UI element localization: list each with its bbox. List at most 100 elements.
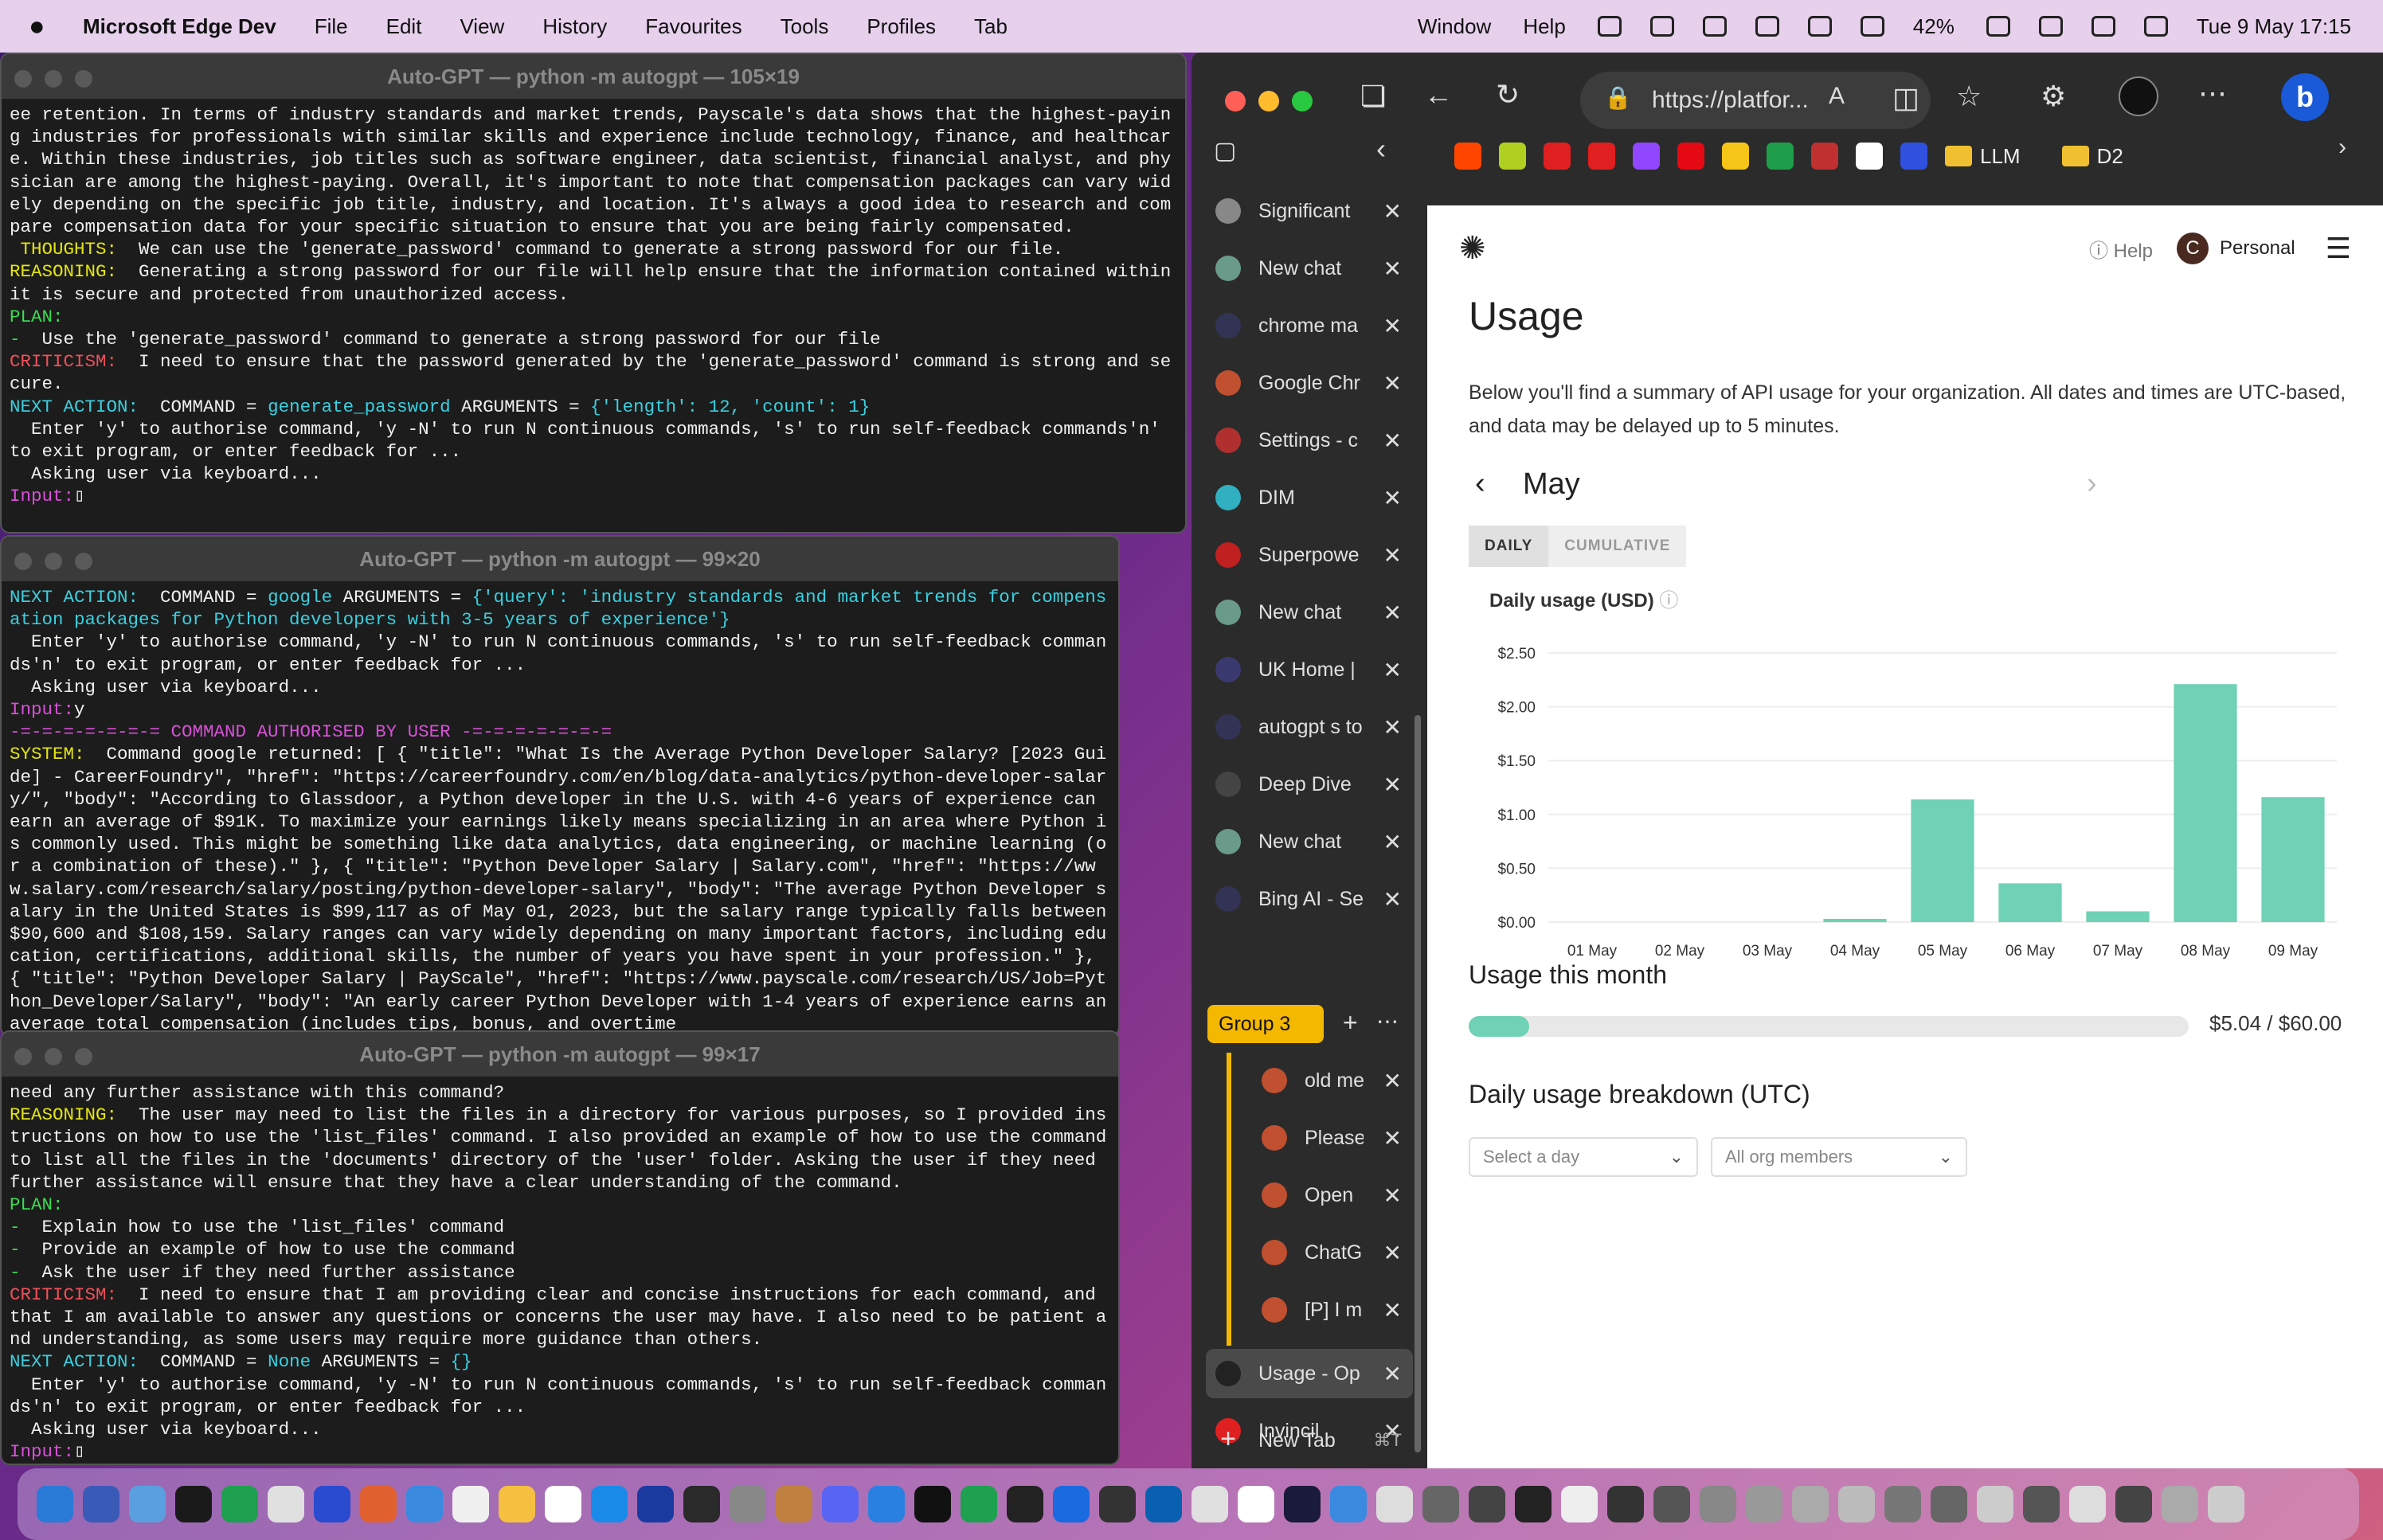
dock-app-icon[interactable] <box>1931 1486 1967 1522</box>
more-icon[interactable]: ⋯ <box>2198 76 2227 110</box>
bar-09-may[interactable] <box>2261 797 2325 922</box>
zoom-dot[interactable] <box>1292 91 1313 111</box>
dock-app-icon[interactable] <box>1746 1486 1782 1522</box>
collapse-sidebar-icon[interactable]: ‹ <box>1376 132 1386 166</box>
reload-icon[interactable]: ↻ <box>1496 78 1520 111</box>
terminal-output[interactable]: need any further assistance with this co… <box>2 1077 1118 1464</box>
dock-app-icon[interactable] <box>1238 1486 1274 1522</box>
close-tab-icon[interactable]: ✕ <box>1383 600 1402 626</box>
terminal-window-2[interactable]: Auto-GPT — python -m autogpt — 99×20 NEX… <box>0 535 1120 1037</box>
minimize-dot[interactable] <box>45 1048 62 1065</box>
bar-06-may[interactable] <box>1998 883 2062 922</box>
dock-app-icon[interactable] <box>37 1486 73 1522</box>
dock-app-icon[interactable] <box>1053 1486 1090 1522</box>
dock-app-icon[interactable] <box>268 1486 304 1522</box>
select-day-dropdown[interactable]: Select a day ⌄ <box>1469 1137 1698 1177</box>
close-tab-icon[interactable]: ✕ <box>1383 714 1402 741</box>
next-month-icon[interactable]: › <box>2087 467 2097 501</box>
browser-tab[interactable]: New chat ✕ <box>1206 817 1413 866</box>
dock-app-icon[interactable] <box>637 1486 674 1522</box>
group-more-icon[interactable]: ⋯ <box>1376 1008 1399 1034</box>
dock-app-icon[interactable] <box>776 1486 812 1522</box>
close-tab-icon[interactable]: ✕ <box>1383 886 1402 913</box>
bookmark-icon[interactable] <box>1499 143 1526 170</box>
dock-app-icon[interactable] <box>961 1486 997 1522</box>
bookmark-twitch-icon[interactable] <box>1633 143 1660 170</box>
dock-app-icon[interactable] <box>545 1486 581 1522</box>
extensions-icon[interactable]: ⚙ <box>2041 80 2066 113</box>
dock-app-icon[interactable] <box>1376 1486 1413 1522</box>
close-tab-icon[interactable]: ✕ <box>1383 1361 1402 1387</box>
bookmark-folder-llm[interactable]: LLM <box>1945 144 2021 169</box>
close-tab-icon[interactable]: ✕ <box>1383 772 1402 798</box>
terminal-titlebar[interactable]: Auto-GPT — python -m autogpt — 99×17 <box>2 1032 1118 1077</box>
dock-app-icon[interactable] <box>1284 1486 1321 1522</box>
dock-app-icon[interactable] <box>2069 1486 2106 1522</box>
menu-view[interactable]: View <box>460 14 504 39</box>
split-screen-icon[interactable]: ◫ <box>1892 81 1919 115</box>
favourite-star-icon[interactable]: ☆ <box>1956 80 1982 113</box>
browser-tab[interactable]: UK Home | ✕ <box>1206 645 1413 694</box>
dock-app-icon[interactable] <box>1838 1486 1875 1522</box>
back-icon[interactable]: ← <box>1424 78 1453 111</box>
terminal-window-1[interactable]: Auto-GPT — python -m autogpt — 105×19 ee… <box>0 53 1187 534</box>
bar-05-may[interactable] <box>1911 799 1974 922</box>
close-tab-icon[interactable]: ✕ <box>1383 198 1402 225</box>
dock-app-icon[interactable] <box>2208 1486 2244 1522</box>
avatar[interactable]: C <box>2176 233 2209 264</box>
url-text[interactable]: https://platfor... <box>1652 87 1809 114</box>
cumulative-toggle[interactable]: CUMULATIVE <box>1548 526 1687 567</box>
daily-toggle[interactable]: DAILY <box>1469 526 1549 567</box>
dock-app-icon[interactable] <box>1515 1486 1551 1522</box>
minimize-dot[interactable] <box>45 553 62 570</box>
dock-app-icon[interactable] <box>1145 1486 1182 1522</box>
bluetooth-icon[interactable] <box>1702 16 1727 37</box>
close-tab-icon[interactable]: ✕ <box>1383 1297 1402 1323</box>
bookmark-icon[interactable] <box>1722 143 1749 170</box>
menu-tab[interactable]: Tab <box>974 14 1008 39</box>
terminal-titlebar[interactable]: Auto-GPT — python -m autogpt — 99×20 <box>2 537 1118 581</box>
org-members-dropdown[interactable]: All org members ⌄ <box>1711 1137 1967 1177</box>
dock-app-icon[interactable] <box>1561 1486 1598 1522</box>
grouped-tab[interactable]: Open ✕ <box>1252 1171 1413 1220</box>
siri-icon[interactable] <box>2143 16 2168 37</box>
hamburger-menu-icon[interactable]: ☰ <box>2326 232 2351 265</box>
clock[interactable]: Tue 9 May 17:15 <box>2197 14 2351 39</box>
dock-app-icon[interactable] <box>1099 1486 1136 1522</box>
chevron-right-icon[interactable]: › <box>2338 134 2346 161</box>
menu-edit[interactable]: Edit <box>386 14 422 39</box>
dock-app-icon[interactable] <box>1653 1486 1690 1522</box>
bookmark-youtube-icon[interactable] <box>1544 143 1571 170</box>
prev-month-icon[interactable]: ‹ <box>1475 467 1485 501</box>
dock-app-icon[interactable] <box>868 1486 905 1522</box>
close-tab-icon[interactable]: ✕ <box>1383 657 1402 683</box>
terminal-titlebar[interactable]: Auto-GPT — python -m autogpt — 105×19 <box>2 54 1185 99</box>
close-dot[interactable] <box>14 553 32 570</box>
menu-file[interactable]: File <box>315 14 348 39</box>
bookmark-netflix-icon[interactable] <box>1677 143 1704 170</box>
browser-tab[interactable]: chrome ma ✕ <box>1206 301 1413 350</box>
close-dot[interactable] <box>14 70 32 88</box>
dock-app-icon[interactable] <box>406 1486 443 1522</box>
dock-app-icon[interactable] <box>129 1486 166 1522</box>
bookmark-google-icon[interactable] <box>1856 143 1883 170</box>
bookmark-sheets-icon[interactable] <box>1767 143 1794 170</box>
dock-app-icon[interactable] <box>221 1486 258 1522</box>
headphones-icon[interactable] <box>1807 16 1832 37</box>
terminal-window-3[interactable]: Auto-GPT — python -m autogpt — 99×17 nee… <box>0 1030 1120 1465</box>
browser-tab[interactable]: Google Chr ✕ <box>1206 358 1413 408</box>
zoom-dot[interactable] <box>75 1048 92 1065</box>
menu-app-name[interactable]: Microsoft Edge Dev <box>83 14 276 39</box>
dock-app-icon[interactable] <box>83 1486 119 1522</box>
dock-app-icon[interactable] <box>1700 1486 1736 1522</box>
browser-tab[interactable]: New chat ✕ <box>1206 588 1413 637</box>
workspaces-icon[interactable]: ❏ <box>1360 80 1386 113</box>
terminal-output[interactable]: ee retention. In terms of industry stand… <box>2 99 1185 513</box>
dock-app-icon[interactable] <box>730 1486 766 1522</box>
close-tab-icon[interactable]: ✕ <box>1383 1125 1402 1151</box>
close-tab-icon[interactable]: ✕ <box>1383 829 1402 855</box>
sidebar-scrollbar[interactable] <box>1415 715 1421 1452</box>
menu-help[interactable]: Help <box>1523 14 1565 39</box>
zoom-dot[interactable] <box>75 553 92 570</box>
openai-logo-icon[interactable]: ✺ <box>1459 230 1486 267</box>
